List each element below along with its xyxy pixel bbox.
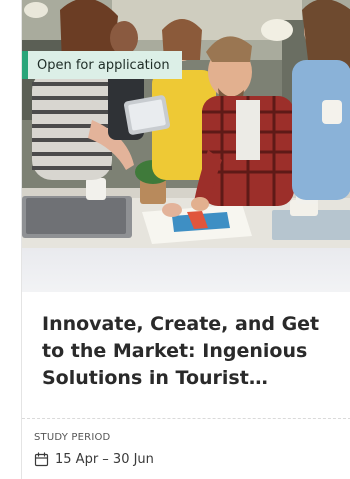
image-placeholder-strip (22, 248, 350, 292)
course-photo (22, 0, 350, 248)
study-period: 15 Apr – 30 Jun (34, 452, 154, 467)
calendar-icon (34, 452, 49, 467)
divider (22, 418, 350, 419)
study-period-label: STUDY PERIOD (34, 432, 111, 443)
study-period-value: 15 Apr – 30 Jun (55, 452, 154, 467)
card-title[interactable]: Innovate, Create, and Get to the Market:… (42, 311, 344, 392)
course-card[interactable]: Open for application Innovate, Create, a… (21, 0, 350, 479)
status-badge: Open for application (22, 51, 182, 79)
